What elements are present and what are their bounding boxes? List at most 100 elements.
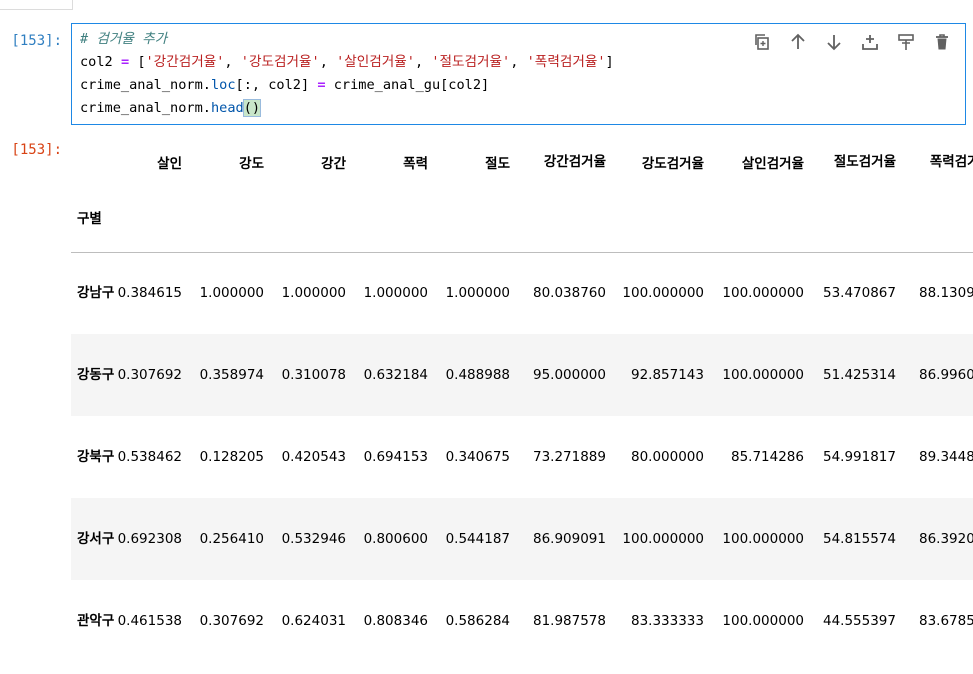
table-cell: 53.470867: [822, 285, 896, 302]
table-cell: 0.694153: [363, 449, 428, 465]
code-string: '폭력검거율': [526, 54, 606, 70]
table-header-row: 살인 강도 강간 폭력 절도 강간검거율 강도검거율 살인검거율 절도검거율 폭…: [71, 136, 973, 188]
table-cell: 0.340675: [445, 449, 510, 465]
output-prompt: [153]:: [11, 142, 62, 158]
table-cell: 95.000000: [532, 367, 606, 383]
arrow-down-icon: [827, 35, 841, 51]
table-cell: 100.000000: [622, 531, 704, 547]
table-cell: 0.624031: [281, 613, 346, 629]
table-cell: 1.000000: [445, 285, 510, 302]
move-down-button[interactable]: [821, 30, 847, 54]
column-header: 절도검거율: [833, 153, 896, 170]
table-cell: 0.384615: [117, 285, 182, 302]
column-header: 살인검거율: [741, 156, 804, 172]
column-header: 강도검거율: [641, 156, 704, 172]
duplicate-cell-button[interactable]: [749, 30, 775, 54]
column-header: 살인: [157, 156, 182, 172]
delete-cell-button[interactable]: [929, 30, 955, 54]
table-cell: 80.000000: [630, 449, 704, 465]
arrow-up-icon: [791, 33, 805, 49]
row-index-label: 강서구: [77, 530, 115, 547]
table-cell: 83.678516: [918, 613, 973, 629]
code-op: =: [120, 54, 130, 70]
duplicate-icon: [755, 34, 769, 50]
row-index-label: 강북구: [77, 448, 115, 465]
table-cell: 54.991817: [822, 449, 896, 465]
input-prompt: [153]:: [11, 33, 62, 49]
code-string: '절도검거율': [431, 54, 511, 70]
table-cell: 0.532946: [281, 531, 346, 547]
row-index-label: 강남구: [77, 284, 115, 301]
row-index-label: 관악구: [77, 612, 115, 629]
table-row: 강동구 0.307692 0.358974 0.310078 0.632184 0.488…: [71, 334, 973, 416]
table-cell: 54.815574: [822, 531, 896, 547]
column-header: 강간: [321, 156, 346, 172]
table-cell: 100.000000: [722, 285, 804, 302]
table-cell: 80.038760: [532, 285, 606, 302]
table-cell: 100.000000: [722, 367, 804, 383]
table-cell: 44.555397: [822, 613, 896, 629]
code-var-col2: col2: [80, 54, 113, 70]
table-cell: 86.392018: [918, 531, 973, 547]
table-cell: 0.586284: [445, 613, 510, 629]
table-row: 강남구 0.384615 1.000000 1.000000 1.000000 1.000…: [71, 252, 973, 334]
table-cell: 100.000000: [722, 531, 804, 547]
corner-header: [71, 136, 106, 188]
table-cell: 0.256410: [199, 531, 264, 547]
previous-cell-edge: [0, 0, 73, 10]
row-index-label: 강동구: [77, 366, 115, 383]
table-cell: 0.420543: [281, 449, 346, 465]
format-icon: [898, 34, 914, 50]
move-up-button[interactable]: [785, 30, 811, 54]
dataframe-table: 살인 강도 강간 폭력 절도 강간검거율 강도검거율 살인검거율 절도검거율 폭…: [71, 136, 973, 662]
trash-icon: [936, 34, 948, 50]
table-cell: 89.344852: [918, 449, 973, 465]
table-cell: 83.333333: [630, 613, 704, 629]
table-row: 관악구 0.461538 0.307692 0.624031 0.808346 0.586…: [71, 580, 973, 662]
table-cell: 1.000000: [363, 285, 428, 302]
table-row: 강서구 0.692308 0.256410 0.532946 0.800600 0.544…: [71, 498, 973, 580]
code-editor[interactable]: # 검거율 추가 col2 = ['강간검거율', '강도검거율', '살인검거…: [71, 23, 966, 125]
table-cell: 100.000000: [722, 613, 804, 629]
column-header: 강도: [239, 156, 264, 172]
format-cell-button[interactable]: [893, 30, 919, 54]
table-cell: 0.800600: [363, 531, 428, 547]
code-string: '강간검거율': [145, 54, 225, 70]
table-cell: 100.000000: [622, 285, 704, 302]
column-header: 폭력: [403, 156, 428, 172]
table-cell: 0.692308: [117, 531, 182, 547]
table-cell: 86.909091: [532, 531, 606, 547]
table-cell: 0.307692: [117, 367, 182, 383]
insert-cell-below-button[interactable]: [857, 30, 883, 54]
table-cell: 88.130935: [918, 285, 973, 302]
table-row: 강북구 0.538462 0.128205 0.420543 0.694153 0.340…: [71, 416, 973, 498]
code-string: '강도검거율': [240, 54, 320, 70]
column-header: 폭력검거율: [929, 153, 973, 170]
table-cell: 51.425314: [822, 367, 896, 383]
table-cell: 0.461538: [117, 613, 182, 629]
table-cell: 0.808346: [363, 613, 428, 629]
table-cell: 0.538462: [117, 449, 182, 465]
code-string: '살인검거율': [336, 54, 415, 70]
table-cell: 0.544187: [445, 531, 510, 547]
table-cell: 1.000000: [281, 285, 346, 302]
cell-toolbar: [749, 30, 955, 54]
table-cell: 0.310078: [281, 367, 346, 383]
table-cell: 81.987578: [532, 613, 606, 629]
insert-below-icon: [862, 35, 878, 50]
code-text[interactable]: # 검거율 추가 col2 = ['강간검거율', '강도검거율', '살인검거…: [80, 28, 614, 120]
table-cell: 86.996047: [918, 367, 973, 383]
code-comment: # 검거율 추가: [80, 31, 168, 47]
table-cell: 0.128205: [199, 449, 264, 465]
table-cell: 73.271889: [532, 449, 606, 465]
column-header: 강간검거율: [543, 153, 606, 170]
index-name-header: 구별: [77, 211, 102, 228]
table-cell: 85.714286: [730, 449, 804, 465]
matched-brackets: (): [242, 99, 262, 117]
table-cell: 0.488988: [445, 367, 510, 383]
table-cell: 0.632184: [363, 367, 428, 383]
table-cell: 1.000000: [199, 285, 264, 302]
table-cell: 0.358974: [199, 367, 264, 383]
output-area: 살인 강도 강간 폭력 절도 강간검거율 강도검거율 살인검거율 절도검거율 폭…: [71, 136, 973, 674]
table-cell: 92.857143: [630, 367, 704, 383]
